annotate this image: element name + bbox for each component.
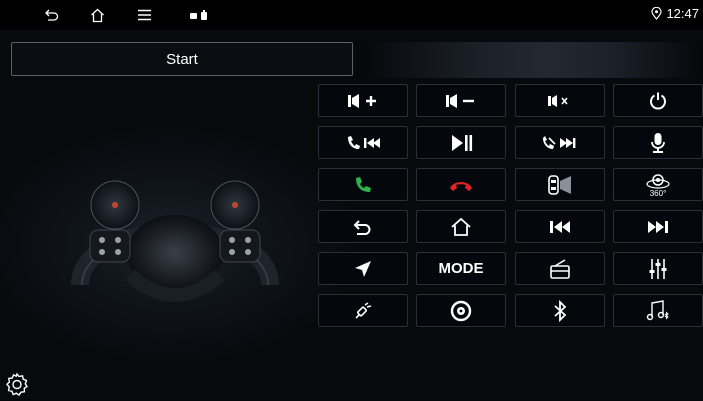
hangup-next-icon (543, 135, 576, 149)
notification-icons (188, 5, 214, 25)
radio-button[interactable] (515, 252, 605, 285)
menu-icon[interactable] (134, 5, 154, 25)
voice-button[interactable] (613, 126, 703, 159)
volume-down-icon (446, 93, 474, 108)
home-button[interactable] (416, 210, 506, 243)
previous-track-button[interactable] (515, 210, 605, 243)
home-icon (451, 217, 471, 236)
disc-button[interactable] (416, 294, 506, 327)
camera-360-icon: 360° (646, 173, 670, 198)
hangup-next-button[interactable] (515, 126, 605, 159)
mode-button[interactable]: MODE (416, 252, 506, 285)
previous-track-icon (550, 220, 570, 233)
bluetooth-music-button[interactable] (613, 294, 703, 327)
next-track-icon (648, 220, 668, 233)
phone-answer-icon (356, 176, 371, 192)
disc-icon (450, 300, 472, 321)
equalizer-icon (649, 258, 667, 279)
volume-up-icon (348, 93, 376, 108)
bluetooth-icon (554, 299, 567, 322)
mute-button[interactable] (515, 84, 605, 117)
clock: 12:47 (651, 6, 699, 21)
navigation-icon (355, 260, 371, 277)
power-icon (650, 92, 666, 109)
start-button[interactable]: Start (11, 42, 353, 76)
radio-icon (550, 258, 570, 279)
play-pause-button[interactable] (416, 126, 506, 159)
bluetooth-music-icon (646, 299, 669, 320)
mute-icon (548, 94, 568, 107)
custom-key-icon (355, 301, 372, 319)
car-camera-icon (548, 174, 571, 195)
location-icon (651, 7, 663, 20)
power-button[interactable] (613, 84, 703, 117)
bluetooth-button[interactable] (515, 294, 605, 327)
reverse-camera-button[interactable] (515, 168, 605, 201)
call-previous-icon (348, 135, 380, 149)
next-track-button[interactable] (613, 210, 703, 243)
navigation-button[interactable] (318, 252, 408, 285)
play-pause-icon (452, 134, 473, 151)
camera-360-label: 360° (650, 189, 667, 198)
end-call-button[interactable] (416, 168, 506, 201)
volume-down-button[interactable] (416, 84, 506, 117)
360-camera-button[interactable]: 360° (613, 168, 703, 201)
custom-key-button[interactable] (318, 294, 408, 327)
phone-hangup-icon (450, 181, 472, 191)
header-glow (356, 42, 703, 78)
status-bar: 12:47 (0, 0, 703, 30)
gear-icon (6, 372, 28, 396)
back-icon (353, 219, 371, 235)
time-text: 12:47 (666, 6, 699, 21)
home-icon[interactable] (87, 5, 107, 25)
volume-up-button[interactable] (318, 84, 408, 117)
back-icon[interactable] (42, 5, 62, 25)
microphone-icon (651, 132, 665, 153)
call-previous-button[interactable] (318, 126, 408, 159)
mode-label: MODE (438, 260, 484, 277)
steering-wheel-image (71, 180, 279, 302)
answer-call-button[interactable] (318, 168, 408, 201)
equalizer-button[interactable] (613, 252, 703, 285)
settings-button[interactable] (5, 372, 29, 401)
back-button[interactable] (318, 210, 408, 243)
